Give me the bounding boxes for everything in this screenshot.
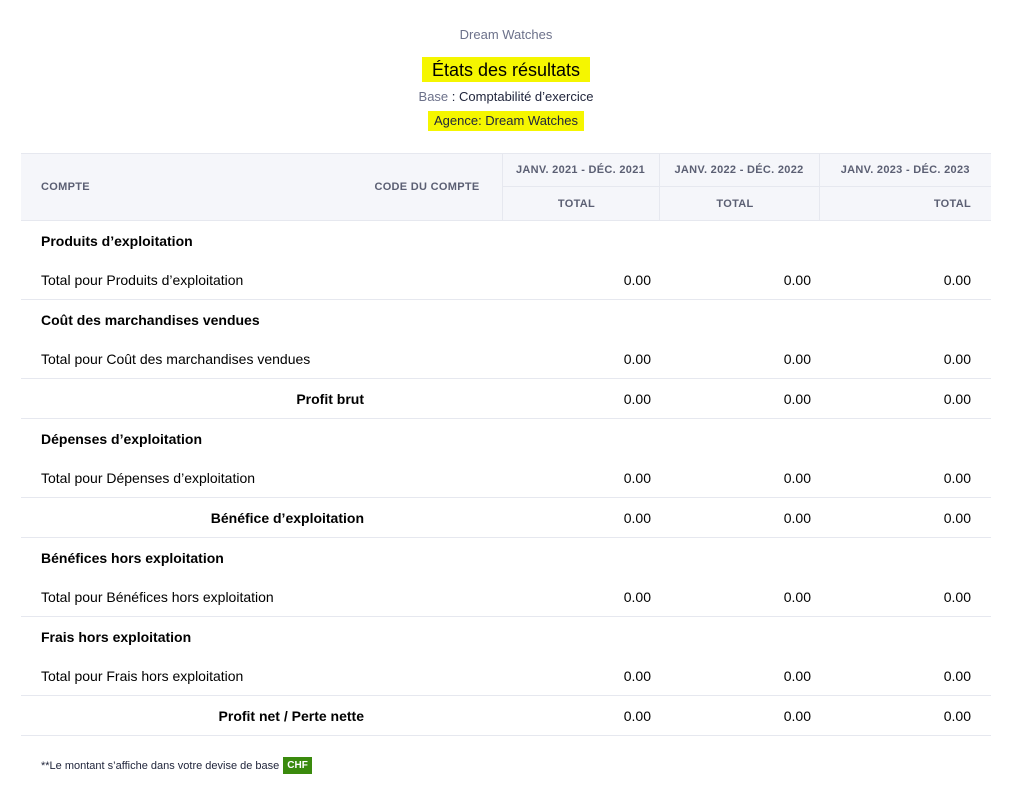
total-row-cost-of-goods-sold: Total pour Coût des marchandises vendues… — [21, 339, 991, 379]
row-label: Profit brut — [21, 378, 502, 419]
total-row-operating-expenses: Total pour Dépenses d’exploitation 0.00 … — [21, 458, 991, 498]
section-row-non-operating-expenses: Frais hors exploitation — [21, 617, 991, 657]
column-header-period-2023: JANV. 2023 - DÉC. 2023 — [819, 153, 991, 187]
value-2023: 0.00 — [819, 695, 991, 736]
income-statement-table: COMPTE CODE DU COMPTE JANV. 2021 - DÉC. … — [21, 153, 991, 736]
row-label: Total pour Produits d’exploitation — [21, 260, 502, 300]
report-basis: Base : Comptabilité d’exercice — [0, 89, 1012, 104]
report-title-container: États des résultats — [0, 57, 1012, 82]
section-title: Frais hors exploitation — [41, 628, 192, 645]
summary-row-net-profit-loss: Profit net / Perte nette 0.00 0.00 0.00 — [21, 695, 991, 736]
column-header-period-2021: JANV. 2021 - DÉC. 2021 — [502, 153, 660, 187]
value-2021: 0.00 — [502, 458, 659, 498]
section-row-cost-of-goods-sold: Coût des marchandises vendues — [21, 300, 991, 340]
row-label: Total pour Bénéfices hors exploitation — [21, 577, 502, 617]
row-label: Bénéfice d’exploitation — [21, 497, 502, 538]
column-subheader-total-2023: TOTAL — [819, 186, 991, 221]
column-header-period-2022: JANV. 2022 - DÉC. 2022 — [659, 153, 820, 187]
section-row-operating-income: Produits d’exploitation — [21, 221, 991, 261]
currency-footnote: **Le montant s’affiche dans votre devise… — [41, 757, 312, 774]
column-subheader-total-2021: TOTAL — [502, 186, 660, 221]
value-2022: 0.00 — [659, 339, 819, 379]
value-2023: 0.00 — [819, 378, 991, 419]
column-header-account: COMPTE — [21, 153, 366, 221]
section-row-non-operating-income: Bénéfices hors exploitation — [21, 538, 991, 578]
table-header: COMPTE CODE DU COMPTE JANV. 2021 - DÉC. … — [21, 153, 991, 221]
total-row-non-operating-income: Total pour Bénéfices hors exploitation 0… — [21, 577, 991, 617]
value-2023: 0.00 — [819, 656, 991, 696]
basis-label: Base — [418, 89, 449, 104]
column-header-account-code: CODE DU COMPTE — [366, 153, 503, 221]
value-2021: 0.00 — [502, 497, 659, 538]
summary-row-operating-profit: Bénéfice d’exploitation 0.00 0.00 0.00 — [21, 497, 991, 538]
value-2023: 0.00 — [819, 577, 991, 617]
organization-name: Dream Watches — [459, 27, 553, 42]
report-title: États des résultats — [421, 57, 591, 82]
value-2023: 0.00 — [819, 339, 991, 379]
value-2021: 0.00 — [502, 577, 659, 617]
basis-separator: : — [451, 89, 456, 104]
section-title: Coût des marchandises vendues — [41, 311, 260, 328]
value-2021: 0.00 — [502, 656, 659, 696]
value-2022: 0.00 — [659, 656, 819, 696]
value-2022: 0.00 — [659, 458, 819, 498]
row-label: Total pour Dépenses d’exploitation — [21, 458, 502, 498]
table-body: Produits d’exploitation Total pour Produ… — [21, 221, 991, 736]
basis-value: Comptabilité d’exercice — [459, 89, 594, 104]
value-2022: 0.00 — [659, 577, 819, 617]
agency-label: Agence: Dream Watches — [427, 111, 585, 131]
value-2021: 0.00 — [502, 260, 659, 300]
value-2023: 0.00 — [819, 497, 991, 538]
footnote-text: **Le montant s’affiche dans votre devise… — [41, 759, 280, 772]
value-2021: 0.00 — [502, 695, 659, 736]
agency-container: Agence: Dream Watches — [0, 111, 1012, 131]
section-title: Bénéfices hors exploitation — [41, 549, 224, 566]
column-subheader-total-2022: TOTAL — [659, 186, 820, 221]
section-title: Produits d’exploitation — [41, 232, 193, 249]
total-row-operating-income: Total pour Produits d’exploitation 0.00 … — [21, 260, 991, 300]
section-title: Dépenses d’exploitation — [41, 430, 203, 447]
value-2022: 0.00 — [659, 695, 819, 736]
value-2022: 0.00 — [659, 378, 819, 419]
value-2022: 0.00 — [659, 497, 819, 538]
value-2021: 0.00 — [502, 378, 659, 419]
section-row-operating-expenses: Dépenses d’exploitation — [21, 419, 991, 459]
value-2023: 0.00 — [819, 458, 991, 498]
row-label: Total pour Frais hors exploitation — [21, 656, 502, 696]
value-2022: 0.00 — [659, 260, 819, 300]
summary-row-gross-profit: Profit brut 0.00 0.00 0.00 — [21, 378, 991, 419]
currency-badge: CHF — [283, 757, 312, 774]
value-2021: 0.00 — [502, 339, 659, 379]
row-label: Total pour Coût des marchandises vendues — [21, 339, 502, 379]
total-row-non-operating-expenses: Total pour Frais hors exploitation 0.00 … — [21, 656, 991, 696]
value-2023: 0.00 — [819, 260, 991, 300]
row-label: Profit net / Perte nette — [21, 695, 502, 736]
